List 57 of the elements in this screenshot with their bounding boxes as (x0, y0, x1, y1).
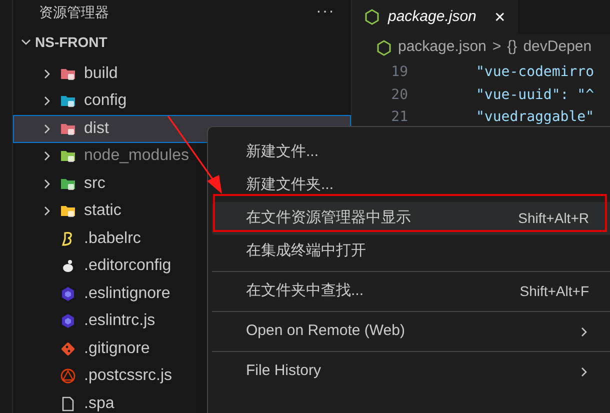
chevron-icon (42, 124, 52, 134)
file-name: .eslintrc.js (84, 311, 156, 332)
menu-item[interactable]: File History (212, 355, 610, 388)
breadcrumb-symbol: {} (507, 37, 518, 58)
file-name: .babelrc (84, 228, 141, 249)
menu-item-label: 在文件资源管理器中显示 (246, 208, 411, 228)
tab-title: package.json (388, 6, 476, 27)
file-name: node_modules (84, 146, 189, 166)
file-name: config (84, 91, 127, 112)
file-name: .editorconfig (84, 256, 172, 276)
menu-item-label: 新建文件夹... (246, 175, 334, 196)
menu-item-label: 在集成终端中打开 (246, 241, 366, 262)
file-name: src (84, 174, 106, 194)
line-number: 20 (390, 86, 408, 103)
menu-item[interactable]: Open on Remote (Web) (212, 315, 610, 348)
breadcrumb-separator: > (492, 37, 502, 58)
workspace-root[interactable]: NS-FRONT (13, 24, 351, 60)
code-line: "vue-uuid": "^ (476, 86, 594, 103)
submenu-chevron-icon (579, 366, 589, 376)
tree-item[interactable]: build (13, 60, 351, 88)
menu-item[interactable]: 在文件夹中查找... Shift+Alt+F (212, 275, 610, 308)
menu-item-label: 新建文件... (246, 142, 319, 162)
chevron-icon (42, 96, 52, 106)
file-name: .gitignore (84, 338, 150, 359)
tree-item[interactable]: .spa (13, 390, 351, 413)
line-number: 21 (390, 109, 408, 126)
workspace-name: NS-FRONT (35, 32, 108, 52)
menu-item[interactable]: 在文件资源管理器中显示 Shift+Alt+R (212, 202, 610, 235)
file-name: build (84, 64, 118, 84)
shortcut-label: Shift+Alt+F (520, 282, 589, 301)
file-name: dist (84, 118, 109, 139)
code-line: "vuedraggable" (476, 109, 594, 126)
file-name: .eslintignore (84, 284, 170, 304)
editor-tab[interactable]: package.json ✕ (352, 0, 518, 34)
chevron-icon (42, 206, 52, 216)
file-name: .spa (84, 394, 114, 413)
breadcrumb-file[interactable]: package.json (398, 36, 486, 59)
tree-item[interactable]: config (13, 88, 351, 115)
menu-item-label: File History (246, 361, 322, 382)
chevron-icon (42, 68, 52, 79)
chevron-icon (42, 151, 52, 162)
chevron-icon (42, 178, 52, 189)
menu-item-label: 在文件夹中查找... (246, 281, 364, 302)
menu-item[interactable]: 新建文件夹... (212, 169, 610, 202)
code-line: "vue-codemirro (476, 64, 594, 80)
close-button[interactable]: ✕ (494, 6, 506, 28)
explorer-title: 资源管理器 (39, 2, 109, 22)
file-name: .postcssrc.js (84, 366, 172, 386)
submenu-chevron-icon (579, 326, 589, 336)
chevron-icon (21, 37, 31, 47)
more-actions-button[interactable]: ··· (316, 0, 335, 24)
menu-item-label: Open on Remote (Web) (246, 321, 405, 342)
shortcut-label: Shift+Alt+R (518, 209, 589, 228)
breadcrumb-path[interactable]: devDepen (523, 36, 592, 59)
file-name: static (84, 201, 122, 222)
line-number: 19 (390, 64, 408, 80)
menu-item[interactable]: 在集成终端中打开 (212, 235, 610, 268)
